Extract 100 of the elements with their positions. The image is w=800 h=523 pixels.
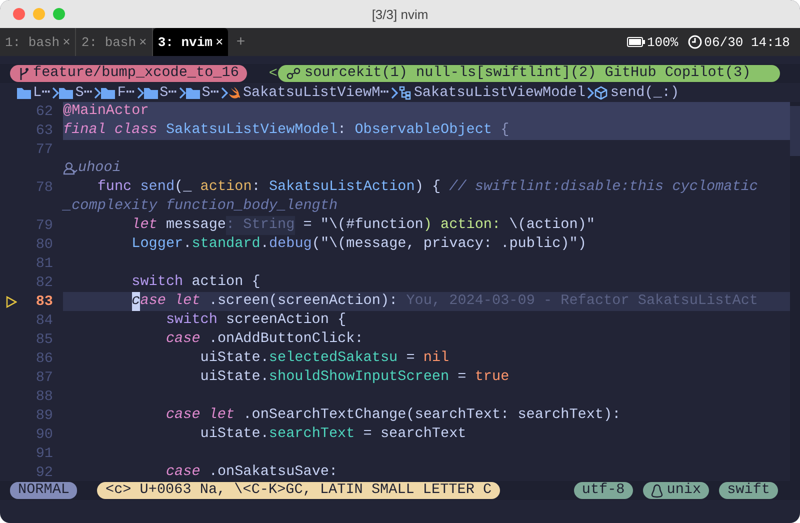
clock-text: 06/30 14:18 xyxy=(704,34,790,50)
code-text: : String xyxy=(226,216,295,235)
code-text: uiState. xyxy=(199,349,269,368)
code-text: .onAddButtonClick: xyxy=(208,330,364,349)
scrollbar[interactable] xyxy=(790,102,800,481)
new-tab-button[interactable]: + xyxy=(228,34,254,50)
cursor-text: c xyxy=(132,292,140,311)
code-text: final class xyxy=(63,121,158,140)
file-info-badge: utf-8 xyxy=(574,482,633,499)
terminal-tab[interactable]: 1: bash × xyxy=(0,28,76,56)
folder-icon xyxy=(144,86,158,98)
code-text: . xyxy=(260,235,269,254)
character-info: <c> U+0063 Na, \<C-K>GC, LATIN SMALL LETTER C xyxy=(97,482,500,499)
code-text: ase let xyxy=(140,292,200,311)
code-text: switch xyxy=(164,311,218,330)
code-text: = "\(#function xyxy=(302,216,424,235)
folder-icon xyxy=(186,86,200,98)
line-number: 92 xyxy=(34,464,54,480)
separator-text: < xyxy=(268,66,278,82)
folder-icon xyxy=(59,86,74,98)
chevron-right-icon xyxy=(136,86,144,98)
hierarchy-icon xyxy=(398,86,412,100)
breadcrumb-item[interactable]: SakatsuListViewModel xyxy=(414,84,586,100)
code-text: switch xyxy=(130,273,184,292)
line-number: 86 xyxy=(34,350,54,366)
git-branch-badge: feature/bump_xcode_to_16 xyxy=(10,65,247,82)
plug-icon xyxy=(286,67,301,80)
code-text: . xyxy=(183,235,192,254)
code-text: case xyxy=(164,463,200,482)
code-text: nil xyxy=(423,349,450,368)
battery-icon xyxy=(626,37,645,47)
line-number: 81 xyxy=(34,256,54,272)
line-number: 87 xyxy=(34,370,54,386)
line-number: 88 xyxy=(34,388,54,404)
code-text: You, 2024-03-09 - Refactor SakatsuListAct xyxy=(405,292,758,311)
breadcrumb-item[interactable]: SakatsuListViewM⋯ xyxy=(242,84,389,101)
close-button[interactable] xyxy=(13,8,25,20)
folder-icon xyxy=(101,86,116,98)
code-text: uiState. xyxy=(199,425,269,444)
mode-indicator: NORMAL xyxy=(10,482,78,499)
chevron-right-icon xyxy=(220,86,228,98)
terminal-tab[interactable]: 3: nvim × xyxy=(152,28,228,56)
code-text: screenAction { xyxy=(225,311,346,330)
line-number: 78 xyxy=(34,180,54,196)
line-number: 77 xyxy=(34,142,54,158)
code-text: debug xyxy=(268,235,312,254)
code-text: = xyxy=(405,349,416,368)
code-text: (_ xyxy=(174,178,193,197)
person-icon xyxy=(63,162,78,175)
code-text: searchText xyxy=(268,425,355,444)
line-number: 82 xyxy=(34,274,54,290)
code-text: { xyxy=(500,121,510,140)
code-text: uhooi xyxy=(78,159,121,178)
code-text: SakatsuListViewModel xyxy=(164,121,338,140)
code-text: send xyxy=(139,178,175,197)
clock-icon xyxy=(688,35,702,49)
chevron-right-icon xyxy=(52,86,60,98)
zoom-button[interactable] xyxy=(53,8,65,20)
line-number: 83 xyxy=(34,294,54,310)
lsp-status-badge: sourcekit(1) null-ls[swiftlint](2) GitHub Copilot(3) xyxy=(278,65,780,82)
line-number: 62 xyxy=(34,104,54,120)
line-number: 80 xyxy=(34,236,54,252)
breadcrumb-item[interactable]: S⋯ xyxy=(202,84,219,101)
git-branch-icon xyxy=(18,66,29,80)
code-text: : xyxy=(338,121,348,140)
line-number: 85 xyxy=(34,332,54,348)
code-text: true xyxy=(474,368,510,387)
code-text: SakatsuListAction xyxy=(268,178,415,197)
chevron-right-icon xyxy=(94,86,102,98)
chevron-right-icon xyxy=(390,86,398,98)
breadcrumb-item[interactable]: F⋯ xyxy=(117,84,135,101)
code-text: case xyxy=(164,330,200,349)
line-number: 91 xyxy=(34,446,54,462)
code-text: : xyxy=(252,178,262,197)
minimize-button[interactable] xyxy=(33,8,45,20)
line-number: 63 xyxy=(34,122,54,138)
breadcrumb-item[interactable]: send(_:) xyxy=(610,84,680,100)
code-text: Logger xyxy=(130,235,184,254)
code-text: = searchText xyxy=(362,425,466,444)
code-text: ("\(message, privacy: .public)") xyxy=(312,235,586,254)
code-text: = xyxy=(456,368,468,387)
code-text: ) action: xyxy=(423,216,502,235)
code-text: @MainActor xyxy=(63,102,149,121)
code-text: action xyxy=(200,178,252,197)
line-number: 79 xyxy=(34,218,54,234)
file-info-badge: unix xyxy=(642,482,710,499)
code-text: standard xyxy=(192,235,260,254)
chevron-right-icon xyxy=(587,86,594,98)
code-text: .onSakatsuSave: xyxy=(208,463,338,482)
code-text: ) { xyxy=(414,178,442,197)
swift-bird-icon xyxy=(228,86,241,99)
code-text: func xyxy=(96,178,132,197)
breadcrumb-item[interactable]: L⋯ xyxy=(33,84,50,101)
folder-icon xyxy=(17,86,31,98)
code-text: // swiftlint:disable:this cyclomatic xyxy=(449,178,758,197)
breadcrumb-item[interactable]: S⋯ xyxy=(75,84,92,101)
breadcrumb-item[interactable]: S⋯ xyxy=(160,84,177,101)
line-number: 84 xyxy=(34,312,54,328)
window-title: [3/3] nvim xyxy=(372,6,428,22)
code-text: ObservableObject xyxy=(354,121,492,140)
